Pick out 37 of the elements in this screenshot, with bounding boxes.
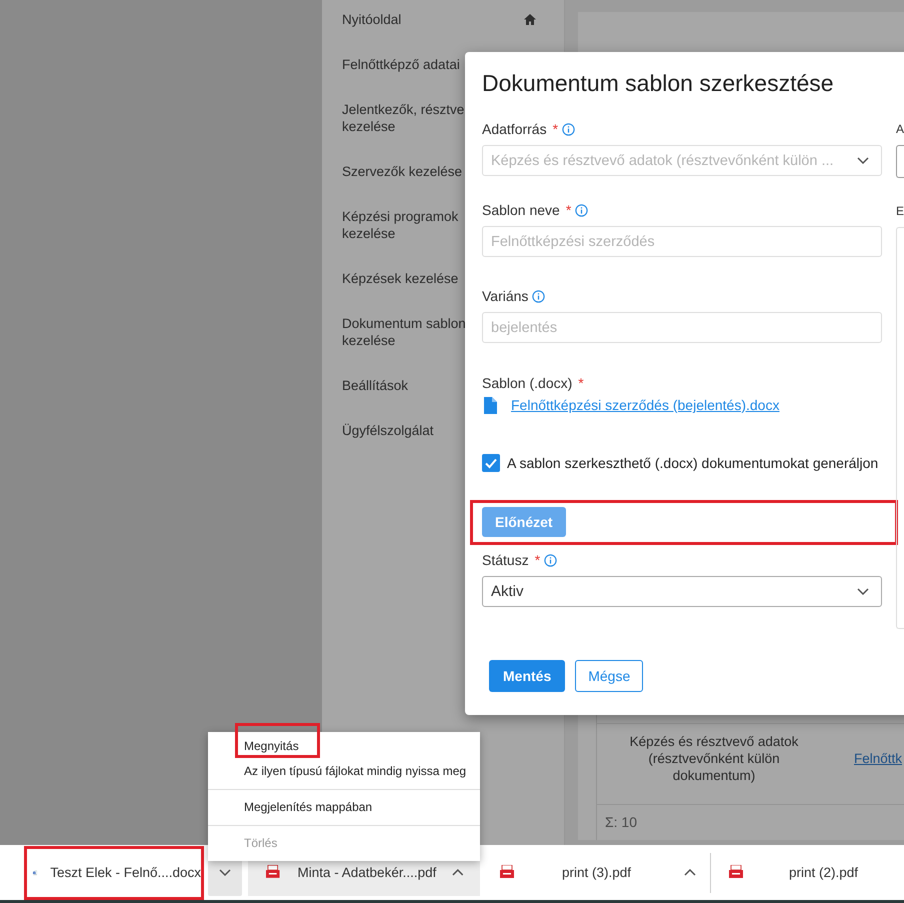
field-label: A <box>896 121 904 138</box>
table-cell-text: Képzés és résztvevő adatok (résztvevőnként külön dokumentum) <box>628 733 800 785</box>
table-link[interactable]: Felnőttk <box>831 724 902 793</box>
file-icon <box>484 397 497 414</box>
menu-item[interactable]: Megjelenítés mappában <box>208 793 480 822</box>
menu-item[interactable]: Az ilyen típusú fájlokat mindig nyissa meg <box>208 759 480 784</box>
dialog-title: Dokumentum sablon szerkesztése <box>482 69 835 97</box>
download-item[interactable]: Teszt Elek - Felnő....docx <box>24 846 204 900</box>
field-label: Sablon neve <box>482 202 560 219</box>
pdf-file-icon <box>729 864 745 880</box>
cancel-button[interactable]: Mégse <box>575 660 644 692</box>
sidebar-item[interactable]: Nyitóoldal <box>322 0 564 42</box>
chevron-down-icon <box>857 157 869 164</box>
chevron-down-icon <box>857 588 869 595</box>
select-field[interactable]: Aktiv <box>482 576 882 607</box>
home-icon <box>523 13 537 26</box>
pdf-file-icon <box>266 864 282 880</box>
checkbox-label: A sablon szerkeszthető (.docx) dokumentumokat generáljon <box>507 455 878 471</box>
download-item[interactable]: print (2).pdf <box>711 850 858 896</box>
menu-item[interactable]: Megnyitás <box>208 734 480 759</box>
field-label: Státusz <box>482 552 529 569</box>
field-label: Adatforrás <box>482 121 547 138</box>
field-label: Variáns <box>482 288 528 305</box>
table-footer: Σ: 10 <box>597 805 904 840</box>
save-button[interactable]: Mentés <box>489 660 566 692</box>
required-mark: * <box>534 552 540 569</box>
download-item[interactable]: print (3).pdf <box>480 850 710 896</box>
checkmark-icon <box>482 454 500 472</box>
pdf-file-icon <box>500 864 516 880</box>
field-label: E <box>896 203 904 220</box>
field-label: Sablon (.docx) <box>482 375 572 392</box>
required-mark: * <box>566 202 572 219</box>
caret-down-icon <box>219 869 231 876</box>
required-mark: * <box>552 121 558 138</box>
checkbox[interactable] <box>482 454 500 472</box>
required-mark: * <box>578 375 584 392</box>
file-link[interactable]: Felnőttképzési szerződés (bejelentés).docx <box>511 397 780 414</box>
